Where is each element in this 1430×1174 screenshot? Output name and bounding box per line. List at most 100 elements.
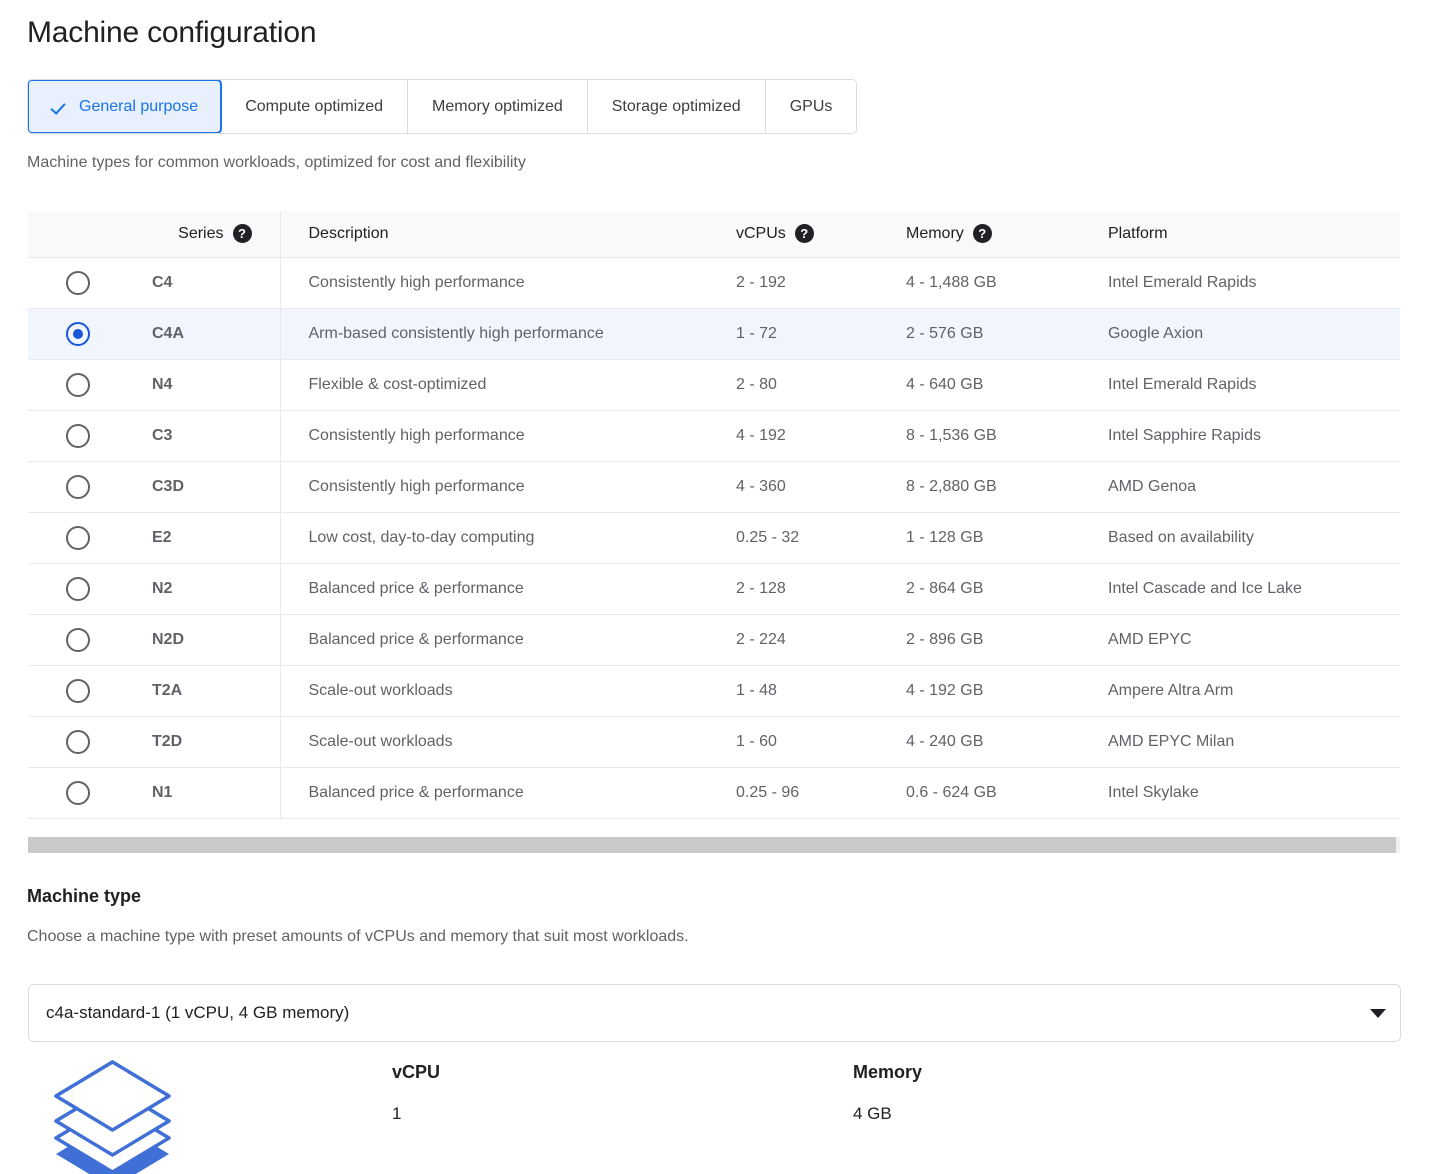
- help-icon-vcpus[interactable]: ?: [794, 224, 814, 244]
- cell-platform: AMD EPYC Milan: [1094, 716, 1400, 768]
- table-row[interactable]: T2A Scale-out workloads 1 - 48 4 - 192 G…: [28, 665, 1400, 717]
- radio-button[interactable]: [66, 474, 90, 499]
- table-row[interactable]: E2 Low cost, day-to-day computing 0.25 -…: [28, 512, 1400, 564]
- cell-description: Consistently high performance: [280, 257, 736, 309]
- cell-series: E2: [136, 512, 281, 564]
- cell-vcpus: 2 - 80: [736, 359, 906, 411]
- cell-series: C4: [136, 257, 281, 309]
- cell-memory: 4 - 192 GB: [906, 665, 1094, 717]
- column-header-vcpus: vCPUs ?: [736, 211, 906, 258]
- cell-series: N1: [136, 767, 281, 819]
- cell-description: Balanced price & performance: [280, 614, 736, 666]
- cell-memory: 4 - 640 GB: [906, 359, 1094, 411]
- cell-series: T2D: [136, 716, 281, 768]
- column-header-memory: Memory ?: [906, 211, 1094, 258]
- cell-memory: 4 - 240 GB: [906, 716, 1094, 768]
- tab-compute-optimized[interactable]: Compute optimized: [221, 80, 409, 133]
- vcpu-label: vCPU: [392, 1062, 441, 1082]
- row-select-cell[interactable]: [28, 614, 136, 666]
- cell-vcpus: 2 - 224: [736, 614, 906, 666]
- column-label-series: Series: [178, 224, 224, 242]
- tab-general-purpose[interactable]: General purpose: [28, 80, 223, 133]
- table-horizontal-scrollbar[interactable]: [28, 837, 1400, 853]
- row-select-cell[interactable]: [28, 257, 136, 309]
- cell-vcpus: 4 - 192: [736, 410, 906, 462]
- table-row[interactable]: N2D Balanced price & performance 2 - 224…: [28, 614, 1400, 666]
- machine-configuration-page: Machine configuration General purpose Co…: [0, 0, 1430, 1174]
- column-label-vcpus: vCPUs: [736, 224, 786, 242]
- row-select-cell[interactable]: [28, 563, 136, 615]
- radio-button[interactable]: [66, 423, 90, 448]
- cell-vcpus: 4 - 360: [736, 461, 906, 513]
- table-row[interactable]: N1 Balanced price & performance 0.25 - 9…: [28, 767, 1400, 819]
- radio-button[interactable]: [66, 270, 90, 295]
- memory-label: Memory: [853, 1062, 923, 1082]
- row-select-cell[interactable]: [28, 359, 136, 411]
- cell-vcpus: 0.25 - 32: [736, 512, 906, 564]
- column-label-memory: Memory: [906, 224, 964, 242]
- tab-storage-optimized[interactable]: Storage optimized: [587, 80, 766, 133]
- table-row[interactable]: N2 Balanced price & performance 2 - 128 …: [28, 563, 1400, 615]
- table-row[interactable]: C4A Arm-based consistently high performa…: [28, 308, 1400, 360]
- radio-button[interactable]: [66, 729, 90, 754]
- cell-series: T2A: [136, 665, 281, 717]
- cell-platform: Intel Cascade and Ice Lake: [1094, 563, 1400, 615]
- scrollbar-thumb[interactable]: [28, 837, 1396, 853]
- table-row[interactable]: C3 Consistently high performance 4 - 192…: [28, 410, 1400, 462]
- cell-series: N2D: [136, 614, 281, 666]
- chevron-down-icon[interactable]: [1356, 1008, 1400, 1018]
- row-select-cell[interactable]: [28, 461, 136, 513]
- cell-description: Consistently high performance: [280, 410, 736, 462]
- machine-family-tabbar: General purpose Compute optimized Memory…: [27, 79, 858, 134]
- table-row[interactable]: T2D Scale-out workloads 1 - 60 4 - 240 G…: [28, 716, 1400, 768]
- cell-series: C4A: [136, 308, 281, 360]
- row-select-cell[interactable]: [28, 767, 136, 819]
- row-select-cell[interactable]: [28, 410, 136, 462]
- machine-specs: vCPU 1 Memory 4 GB: [0, 1052, 1430, 1174]
- tab-memory-optimized[interactable]: Memory optimized: [408, 80, 588, 133]
- cell-description: Arm-based consistently high performance: [280, 308, 736, 360]
- cell-memory: 1 - 128 GB: [906, 512, 1094, 564]
- cell-vcpus: 1 - 72: [736, 308, 906, 360]
- cell-description: Flexible & cost-optimized: [280, 359, 736, 411]
- table-header-row: Series ? Description vCPUs ? Memory ? Pl…: [28, 211, 1400, 258]
- radio-button[interactable]: [66, 780, 90, 805]
- cell-platform: Intel Sapphire Rapids: [1094, 410, 1400, 462]
- row-select-cell[interactable]: [28, 512, 136, 564]
- radio-button[interactable]: [66, 372, 90, 397]
- radio-button[interactable]: [66, 321, 90, 346]
- machine-series-table-wrapper: Series ? Description vCPUs ? Memory ? Pl…: [28, 211, 1400, 819]
- cell-series: N2: [136, 563, 281, 615]
- cell-description: Balanced price & performance: [280, 563, 736, 615]
- radio-button[interactable]: [66, 525, 90, 550]
- cell-description: Scale-out workloads: [280, 716, 736, 768]
- cell-memory: 0.6 - 624 GB: [906, 767, 1094, 819]
- table-header: Series ? Description vCPUs ? Memory ? Pl…: [28, 211, 1400, 258]
- table-row[interactable]: N4 Flexible & cost-optimized 2 - 80 4 - …: [28, 359, 1400, 411]
- tab-gpus[interactable]: GPUs: [765, 80, 857, 133]
- cell-vcpus: 1 - 48: [736, 665, 906, 717]
- help-icon-series[interactable]: ?: [232, 224, 252, 244]
- table-row[interactable]: C4 Consistently high performance 2 - 192…: [28, 257, 1400, 309]
- row-select-cell[interactable]: [28, 665, 136, 717]
- cell-description: Scale-out workloads: [280, 665, 736, 717]
- radio-button[interactable]: [66, 627, 90, 652]
- radio-button[interactable]: [66, 678, 90, 703]
- row-select-cell[interactable]: [28, 716, 136, 768]
- table-row[interactable]: C3D Consistently high performance 4 - 36…: [28, 461, 1400, 513]
- cell-memory: 2 - 864 GB: [906, 563, 1094, 615]
- column-header-platform: Platform: [1094, 211, 1400, 258]
- cell-memory: 4 - 1,488 GB: [906, 257, 1094, 309]
- column-label-description: Description: [308, 224, 389, 242]
- cell-platform: Google Axion: [1094, 308, 1400, 360]
- machine-type-select[interactable]: c4a-standard-1 (1 vCPU, 4 GB memory): [28, 984, 1401, 1042]
- help-icon-memory[interactable]: ?: [972, 224, 992, 244]
- tab-label: Compute optimized: [245, 97, 384, 115]
- row-select-cell[interactable]: [28, 308, 136, 360]
- radio-button[interactable]: [66, 576, 90, 601]
- tab-label: Memory optimized: [432, 97, 563, 115]
- cell-memory: 8 - 2,880 GB: [906, 461, 1094, 513]
- cell-description: Balanced price & performance: [280, 767, 736, 819]
- column-header-series: Series ?: [136, 211, 281, 258]
- page-title: Machine configuration: [27, 16, 317, 49]
